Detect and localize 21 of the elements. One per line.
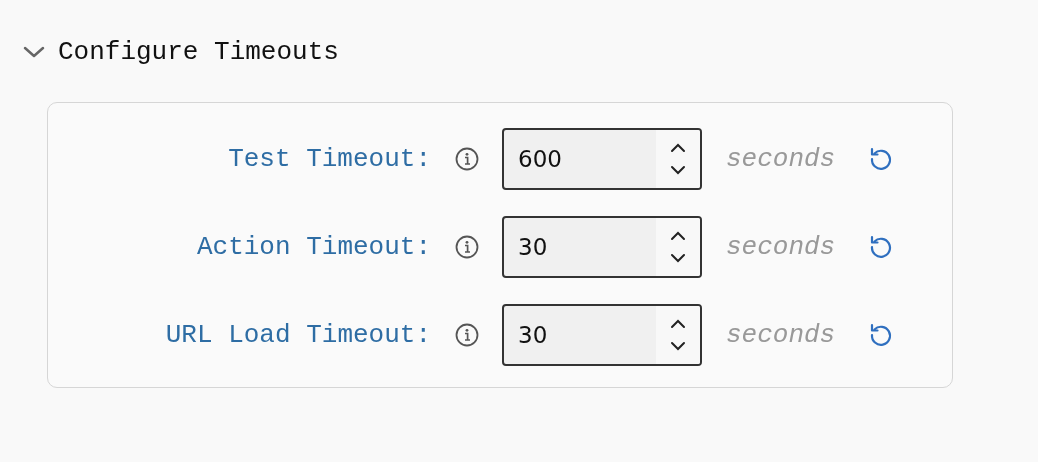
info-icon[interactable] xyxy=(454,234,480,260)
number-field[interactable]: 600 xyxy=(502,128,702,190)
info-icon[interactable] xyxy=(454,146,480,172)
field-label: URL Load Timeout: xyxy=(164,320,431,350)
field-label: Action Timeout: xyxy=(195,232,431,262)
number-field[interactable]: 30 xyxy=(502,216,702,278)
unit-label: seconds xyxy=(726,320,836,350)
increment-icon[interactable] xyxy=(668,318,688,330)
info-icon[interactable] xyxy=(454,322,480,348)
number-field[interactable]: 30 xyxy=(502,304,702,366)
section-title: Configure Timeouts xyxy=(58,37,339,67)
decrement-icon[interactable] xyxy=(668,164,688,176)
increment-icon[interactable] xyxy=(668,142,688,154)
increment-icon[interactable] xyxy=(668,230,688,242)
unit-label: seconds xyxy=(726,144,836,174)
unit-label: seconds xyxy=(726,232,836,262)
collapse-toggle[interactable] xyxy=(22,45,46,59)
chevron-icon xyxy=(22,45,46,59)
field-label: Test Timeout: xyxy=(227,144,431,174)
decrement-icon[interactable] xyxy=(668,340,688,352)
decrement-icon[interactable] xyxy=(668,252,688,264)
